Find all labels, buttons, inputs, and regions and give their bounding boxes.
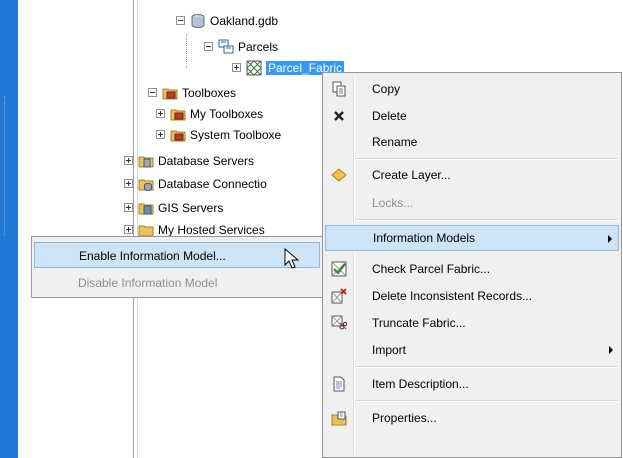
menu-separator bbox=[355, 158, 618, 160]
menu-item-copy[interactable]: Copy bbox=[325, 76, 619, 102]
database-connection-icon bbox=[138, 176, 154, 192]
tree-node-my-toolboxes[interactable]: My Toolboxes bbox=[156, 104, 263, 123]
expand-icon[interactable] bbox=[124, 179, 133, 188]
expand-icon[interactable] bbox=[232, 63, 241, 72]
tree-node-label: Parcels bbox=[238, 39, 279, 54]
database-server-icon bbox=[138, 153, 154, 169]
gis-server-icon bbox=[138, 200, 154, 216]
expand-icon[interactable] bbox=[124, 156, 133, 165]
toolbox-folder-icon bbox=[162, 85, 178, 101]
tree-node-label: System Toolboxe bbox=[190, 127, 282, 142]
menu-separator bbox=[355, 366, 618, 368]
menu-item-label: Truncate Fabric... bbox=[372, 316, 466, 330]
tree-node-label: Database Connectio bbox=[158, 176, 267, 191]
menu-item-label: Locks... bbox=[372, 196, 414, 210]
menu-item-import[interactable]: Import bbox=[325, 337, 619, 363]
tree-node-label: GIS Servers bbox=[158, 200, 224, 215]
tree-node-label: Toolboxes bbox=[182, 85, 237, 100]
toolbox-folder-icon bbox=[170, 127, 186, 143]
collapse-icon[interactable] bbox=[176, 16, 185, 25]
properties-icon bbox=[331, 410, 347, 426]
menu-item-delete-inconsistent-records[interactable]: Delete Inconsistent Records... bbox=[325, 283, 619, 309]
menu-separator bbox=[355, 219, 618, 221]
tree-node-system-toolboxes[interactable]: System Toolboxe bbox=[156, 125, 281, 144]
submenu-item-label: Disable Information Model bbox=[78, 276, 218, 290]
truncate-icon bbox=[331, 315, 348, 331]
menu-item-label: Copy bbox=[372, 82, 401, 96]
expand-icon[interactable] bbox=[124, 203, 133, 212]
check-fabric-icon bbox=[331, 261, 347, 277]
tree-connector-line bbox=[186, 34, 187, 68]
tree-node-oakland-gdb[interactable]: Oakland.gdb bbox=[176, 11, 278, 30]
menu-item-properties[interactable]: Properties... bbox=[325, 405, 619, 431]
submenu-arrow-icon bbox=[609, 346, 613, 354]
menu-item-label: Properties... bbox=[372, 411, 437, 425]
document-icon bbox=[331, 376, 347, 392]
tree-node-label: Database Servers bbox=[158, 153, 255, 168]
tree-node-database-connections[interactable]: Database Connectio bbox=[124, 174, 267, 193]
delete-x-icon bbox=[331, 108, 347, 124]
tree-node-database-servers[interactable]: Database Servers bbox=[124, 151, 254, 170]
menu-item-delete[interactable]: Delete bbox=[325, 103, 619, 129]
tree-node-toolboxes[interactable]: Toolboxes bbox=[148, 83, 236, 102]
menu-item-label: Delete bbox=[372, 109, 407, 123]
submenu-item-disable-information-model[interactable]: Disable Information Model bbox=[34, 270, 320, 296]
menu-item-rename[interactable]: Rename bbox=[325, 129, 619, 155]
menu-item-item-description[interactable]: Item Description... bbox=[325, 371, 619, 397]
tree-node-gis-servers[interactable]: GIS Servers bbox=[124, 198, 223, 217]
toolbox-folder-icon bbox=[170, 106, 186, 122]
menu-item-locks[interactable]: Locks... bbox=[325, 190, 619, 216]
expand-icon[interactable] bbox=[156, 130, 165, 139]
menu-item-label: Delete Inconsistent Records... bbox=[372, 289, 533, 303]
menu-item-check-parcel-fabric[interactable]: Check Parcel Fabric... bbox=[325, 256, 619, 282]
menu-item-label: Check Parcel Fabric... bbox=[372, 262, 491, 276]
layer-diamond-icon bbox=[331, 167, 347, 183]
feature-dataset-icon bbox=[218, 39, 234, 55]
collapse-icon[interactable] bbox=[204, 42, 213, 51]
expand-icon[interactable] bbox=[124, 225, 133, 234]
tree-connector-line bbox=[4, 96, 5, 236]
submenu-item-label: Enable Information Model... bbox=[79, 249, 226, 263]
parcel-fabric-icon bbox=[246, 59, 262, 76]
submenu-arrow-icon bbox=[608, 235, 612, 243]
menu-item-information-models[interactable]: Information Models bbox=[325, 225, 619, 251]
tree-node-label: My Hosted Services bbox=[158, 222, 265, 237]
information-models-submenu: Enable Information Model... Disable Info… bbox=[31, 236, 323, 298]
tree-node-label: My Toolboxes bbox=[190, 106, 264, 121]
menu-item-label: Import bbox=[372, 343, 407, 357]
collapse-icon[interactable] bbox=[148, 88, 157, 97]
tree-node-label: Oakland.gdb bbox=[210, 13, 279, 28]
geodatabase-icon bbox=[190, 13, 206, 29]
copy-icon bbox=[331, 81, 347, 97]
menu-item-label: Rename bbox=[372, 135, 418, 149]
menu-item-label: Item Description... bbox=[372, 377, 469, 391]
menu-item-truncate-fabric[interactable]: Truncate Fabric... bbox=[325, 310, 619, 336]
tree-node-parcels[interactable]: Parcels bbox=[204, 37, 278, 56]
expand-icon[interactable] bbox=[156, 109, 165, 118]
context-menu: Copy Delete Rename Create Layer... Locks… bbox=[322, 72, 622, 458]
delete-records-icon bbox=[331, 288, 347, 304]
mouse-pointer-icon bbox=[284, 247, 302, 270]
menu-item-create-layer[interactable]: Create Layer... bbox=[325, 162, 619, 188]
submenu-item-enable-information-model[interactable]: Enable Information Model... bbox=[34, 242, 320, 268]
menu-item-label: Create Layer... bbox=[372, 168, 451, 182]
menu-item-label: Information Models bbox=[373, 231, 476, 245]
menu-separator bbox=[355, 400, 618, 402]
